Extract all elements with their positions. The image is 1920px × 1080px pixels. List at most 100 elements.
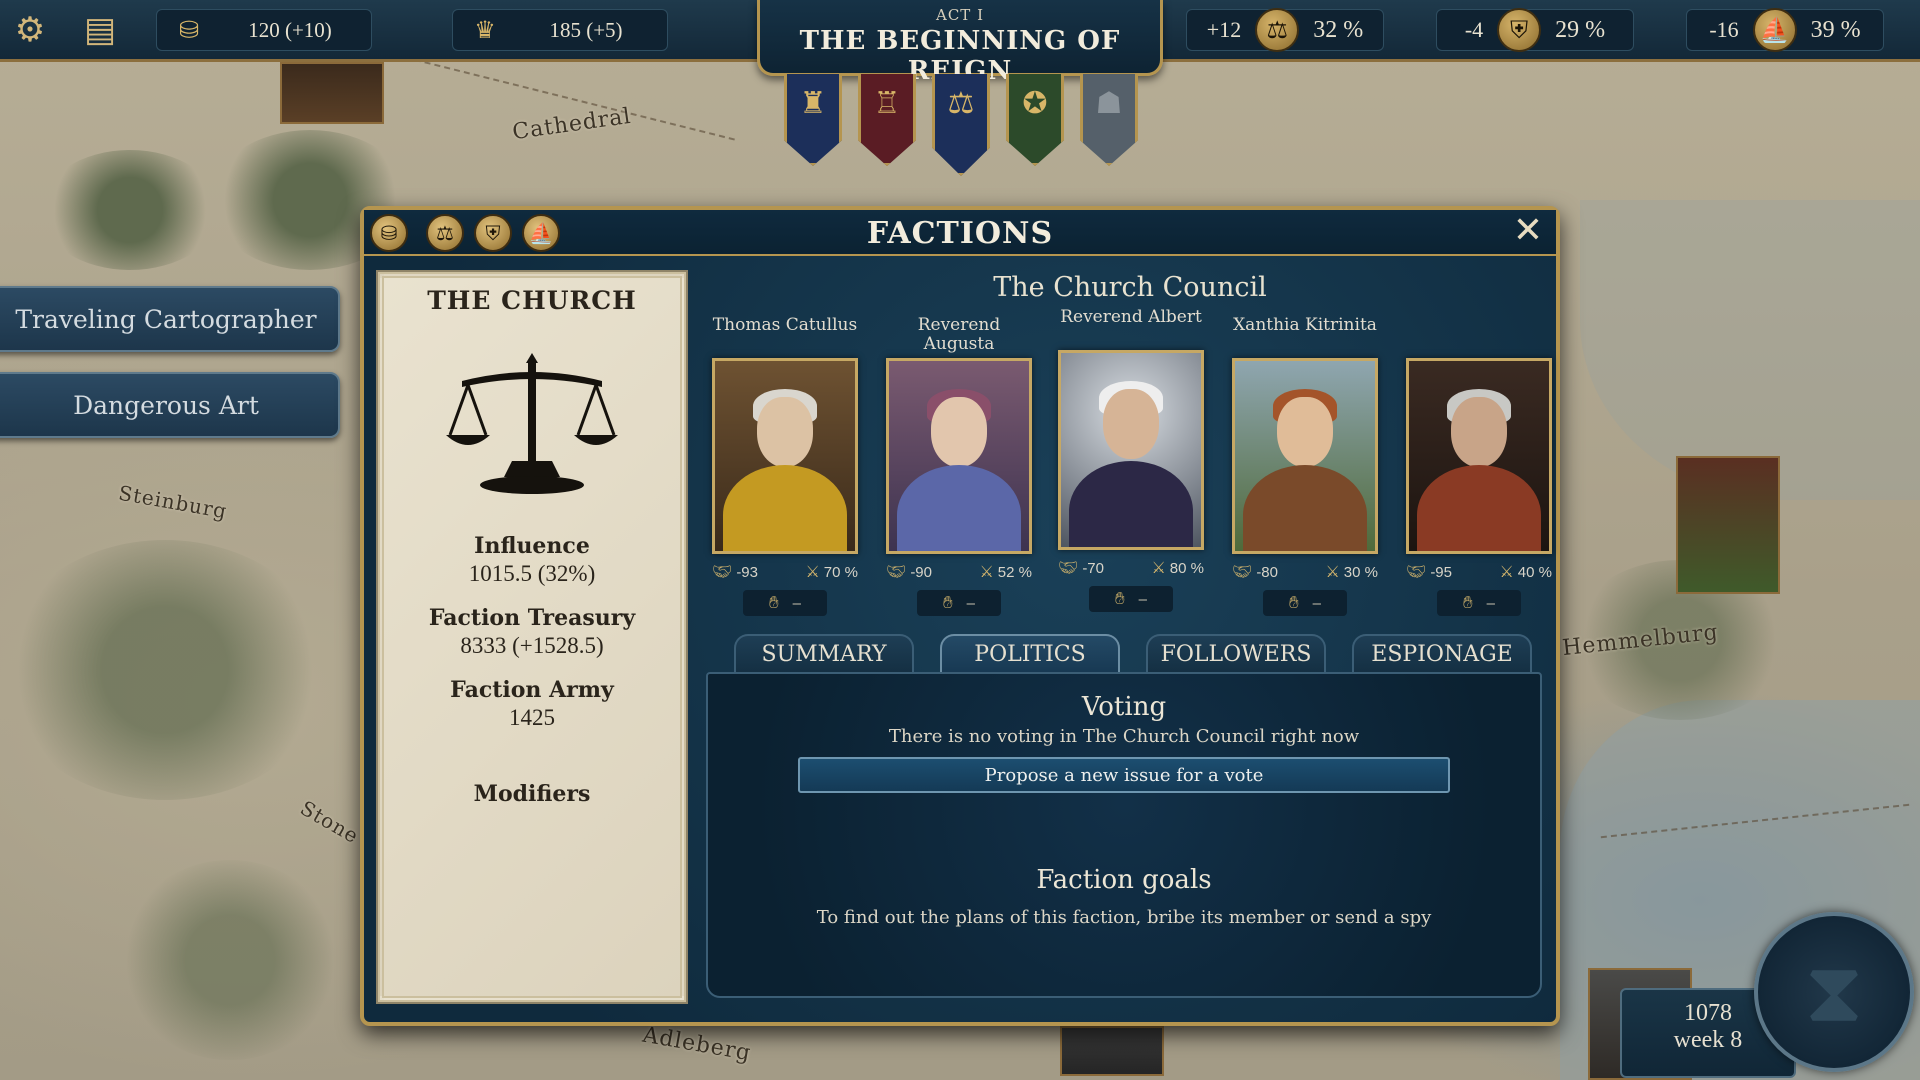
member-chance: 70 % (823, 564, 858, 581)
close-icon[interactable]: ✕ (1510, 213, 1546, 250)
council-member: Reverend Albert 🤝︎ -70 ⚔ 80 % ✋︎ – (1056, 308, 1206, 612)
map-label-stone: Stone (296, 795, 364, 849)
member-portrait[interactable] (1406, 358, 1552, 554)
crown-icon: ♛ (474, 16, 496, 44)
army-label: Faction Army (450, 677, 614, 703)
politics-panel: Voting There is no voting in The Church … (706, 672, 1542, 998)
merchants-percent: 39 % (1810, 16, 1861, 43)
ship-icon: ⛵ (1752, 8, 1797, 52)
merchants-faction-stat[interactable]: -16 ⛵ 39 % (1686, 8, 1884, 52)
voting-title: Voting (1081, 692, 1167, 722)
loyalty-handshake-icon: 🤝︎ (1406, 564, 1427, 581)
settings-gear-icon[interactable]: ⚙ (6, 6, 54, 54)
map-label-cathedral: Cathedral (510, 103, 633, 146)
loyalty-handshake-icon: 🤝︎ (886, 564, 907, 581)
event-dangerous-art[interactable]: Dangerous Art (0, 372, 340, 438)
member-loyalty: -90 (910, 564, 932, 581)
member-chance: 80 % (1169, 560, 1204, 577)
member-stats: 🤝︎ -80 ⚔ 30 % (1230, 562, 1380, 582)
map-label-adleberg: Adleberg (640, 1022, 754, 1067)
member-name: Thomas Catullus (712, 315, 858, 335)
dialog-title: FACTIONS (866, 216, 1054, 251)
member-stats: 🤝︎ -70 ⚔ 80 % (1056, 558, 1206, 578)
sword-icon: ⚔ (1151, 560, 1166, 577)
crowns-resource[interactable]: ♛ 185 (+5) (452, 9, 668, 51)
member-bribe: – (966, 594, 976, 612)
propose-vote-button[interactable]: Propose a new issue for a vote (798, 757, 1450, 793)
tab-espionage[interactable]: ESPIONAGE (1352, 634, 1532, 674)
merchants-delta: -16 (1709, 17, 1739, 42)
sword-icon: ⚔ (1499, 564, 1514, 581)
tab-summary[interactable]: SUMMARY (734, 634, 914, 674)
map-character-portrait[interactable] (1060, 1026, 1164, 1076)
event-traveling-cartographer[interactable]: Traveling Cartographer (0, 286, 340, 352)
church-delta: +12 (1206, 17, 1242, 42)
member-loyalty: -70 (1082, 560, 1104, 577)
church-percent: 32 % (1313, 16, 1364, 43)
bribe-slot[interactable]: ✋︎ – (1263, 590, 1347, 616)
member-loyalty: -95 (1430, 564, 1452, 581)
member-name: Reverend Augusta (917, 315, 1001, 354)
loyalty-handshake-icon: 🤝︎ (712, 564, 733, 581)
dialog-header: ⛁ ⚖ ⛨ ⛵ FACTIONS ✕ (364, 210, 1556, 256)
journal-book-icon[interactable]: ▤ (76, 6, 124, 54)
treasury-label: Faction Treasury (428, 605, 636, 631)
council-title: The Church Council (993, 272, 1267, 303)
member-chance: 40 % (1517, 564, 1552, 581)
open-hand-icon: ✋︎ (942, 593, 953, 612)
army-value: 1425 (509, 705, 555, 730)
shield-icon: ⛨ (1497, 8, 1542, 52)
open-hand-icon: ✋︎ (768, 593, 779, 612)
member-stats: 🤝︎ -93 ⚔ 70 % (710, 562, 860, 582)
nobility-delta: -4 (1464, 17, 1484, 42)
crowns-value: 185 (+5) (549, 17, 623, 42)
member-bribe: – (792, 594, 802, 612)
end-turn-hourglass-icon[interactable]: ⧗ (1754, 912, 1914, 1072)
church-faction-stat[interactable]: +12 ⚖ 32 % (1186, 8, 1384, 52)
map-character-portrait[interactable] (1676, 456, 1780, 594)
bribe-slot[interactable]: ✋︎ – (1437, 590, 1521, 616)
modifiers-label: Modifiers (473, 781, 591, 807)
gold-value: 120 (+10) (248, 17, 332, 42)
member-portrait[interactable] (886, 358, 1032, 554)
scales-icon (446, 353, 618, 494)
member-name (1404, 316, 1554, 356)
open-hand-icon: ✋︎ (1462, 593, 1473, 612)
member-portrait[interactable] (712, 358, 858, 554)
member-portrait[interactable] (1058, 350, 1204, 550)
factions-dialog: ⛁ ⚖ ⛨ ⛵ FACTIONS ✕ THE CHURCH Influence … (360, 206, 1560, 1026)
nobility-faction-stat[interactable]: -4 ⛨ 29 % (1436, 8, 1634, 52)
open-hand-icon: ✋︎ (1114, 589, 1125, 608)
member-bribe: – (1312, 594, 1322, 612)
faction-goals-title: Faction goals (1036, 865, 1212, 895)
member-bribe: – (1486, 594, 1496, 612)
gold-resource[interactable]: ⛁ 120 (+10) (156, 9, 372, 51)
member-portrait[interactable] (1232, 358, 1378, 554)
nobility-percent: 29 % (1555, 16, 1606, 43)
scales-icon: ⚖ (1255, 8, 1300, 52)
tab-politics[interactable]: POLITICS (940, 634, 1120, 674)
loyalty-handshake-icon: 🤝︎ (1232, 564, 1253, 581)
bribe-slot[interactable]: ✋︎ – (917, 590, 1001, 616)
influence-label: Influence (474, 533, 590, 559)
act-banner: ACT I THE BEGINNING OF REIGN (757, 0, 1163, 86)
map-character-portrait[interactable] (280, 62, 384, 124)
member-stats: 🤝︎ -95 ⚔ 40 % (1404, 562, 1554, 582)
member-loyalty: -80 (1256, 564, 1278, 581)
council-member: 🤝︎ -95 ⚔ 40 % ✋︎ – (1404, 316, 1554, 616)
bribe-slot[interactable]: ✋︎ – (1089, 586, 1173, 612)
member-name: Xanthia Kitrinita (1233, 315, 1377, 335)
act-number: ACT I (935, 6, 984, 24)
influence-value: 1015.5 (32%) (468, 561, 596, 586)
member-chance: 52 % (997, 564, 1032, 581)
coins-icon: ⛁ (178, 16, 200, 44)
faction-name: THE CHURCH (427, 286, 637, 315)
tab-followers[interactable]: FOLLOWERS (1146, 634, 1326, 674)
faction-goals-text: To find out the plans of this faction, b… (816, 907, 1432, 928)
open-hand-icon: ✋︎ (1288, 593, 1299, 612)
voting-status: There is no voting in The Church Council… (888, 726, 1360, 747)
bribe-slot[interactable]: ✋︎ – (743, 590, 827, 616)
sword-icon: ⚔ (805, 564, 820, 581)
treasury-value: 8333 (+1528.5) (460, 633, 604, 658)
sword-icon: ⚔ (1325, 564, 1340, 581)
